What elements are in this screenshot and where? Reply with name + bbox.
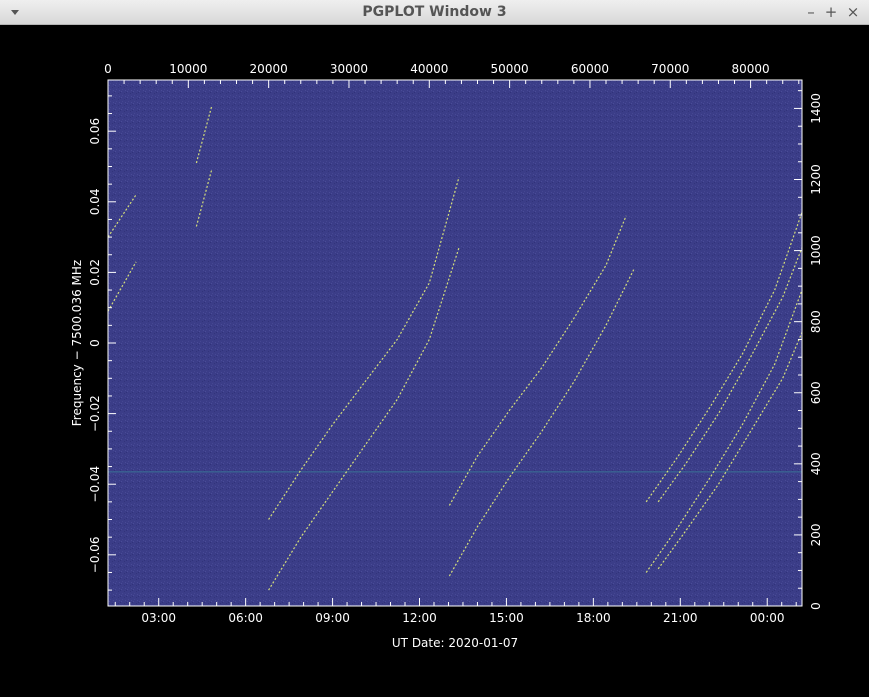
x-bottom-tick-label: 12:00 <box>402 611 437 625</box>
y-left-tick-label: −0.06 <box>88 536 102 573</box>
x-bottom-tick-label: 03:00 <box>141 611 176 625</box>
window-title: PGPLOT Window 3 <box>362 4 507 20</box>
plot-area <box>108 80 802 606</box>
window-titlebar[interactable]: PGPLOT Window 3 – + × <box>0 0 869 25</box>
x-top-tick-label: 80000 <box>731 62 769 76</box>
x-top-tick-label: 0 <box>104 62 112 76</box>
minimize-button[interactable]: – <box>803 3 819 21</box>
maximize-button[interactable]: + <box>823 3 839 21</box>
x-axis-label: UT Date: 2020-01-07 <box>392 636 518 650</box>
y-left-tick-label: 0 <box>88 339 102 347</box>
y-right-tick-label: 400 <box>809 452 823 475</box>
y-right-tick-label: 1200 <box>809 164 823 195</box>
y-right-tick-label: 1400 <box>809 93 823 124</box>
x-top-tick-label: 10000 <box>169 62 207 76</box>
x-bottom-tick-label: 15:00 <box>489 611 524 625</box>
plot-canvas: 03:00 06:00 09:00 12:00 15:00 18:00 21:00 00:00… <box>1 25 868 693</box>
y-left-tick-label: 0.04 <box>88 188 102 215</box>
y-axis-label: Frequency − 7500.036 MHz <box>70 260 84 426</box>
x-top-tick-label: 50000 <box>491 62 529 76</box>
dynamic-spectrum-chart: 03:00 06:00 09:00 12:00 15:00 18:00 21:00 00:00… <box>70 62 823 650</box>
y-right-tick-label: 1000 <box>809 235 823 266</box>
y-right-tick-label: 0 <box>809 602 823 610</box>
x-bottom-tick-label: 06:00 <box>228 611 263 625</box>
x-top-tick-label: 20000 <box>250 62 288 76</box>
y-left-tick-label: −0.04 <box>88 466 102 503</box>
x-top-tick-label: 30000 <box>330 62 368 76</box>
x-bottom-tick-label: 21:00 <box>663 611 698 625</box>
x-bottom-tick-label: 00:00 <box>750 611 785 625</box>
y-right-tick-label: 600 <box>809 381 823 404</box>
y-left-tick-label: −0.02 <box>88 395 102 432</box>
y-left-tick-label: 0.06 <box>88 118 102 145</box>
x-bottom-tick-label: 18:00 <box>576 611 611 625</box>
close-button[interactable]: × <box>845 3 861 21</box>
y-right-tick-label: 800 <box>809 310 823 333</box>
x-bottom-tick-label: 09:00 <box>315 611 350 625</box>
x-top-tick-label: 70000 <box>651 62 689 76</box>
x-top-tick-label: 60000 <box>571 62 609 76</box>
y-left-tick-label: 0.02 <box>88 259 102 286</box>
y-right-tick-label: 200 <box>809 523 823 546</box>
x-top-tick-label: 40000 <box>410 62 448 76</box>
